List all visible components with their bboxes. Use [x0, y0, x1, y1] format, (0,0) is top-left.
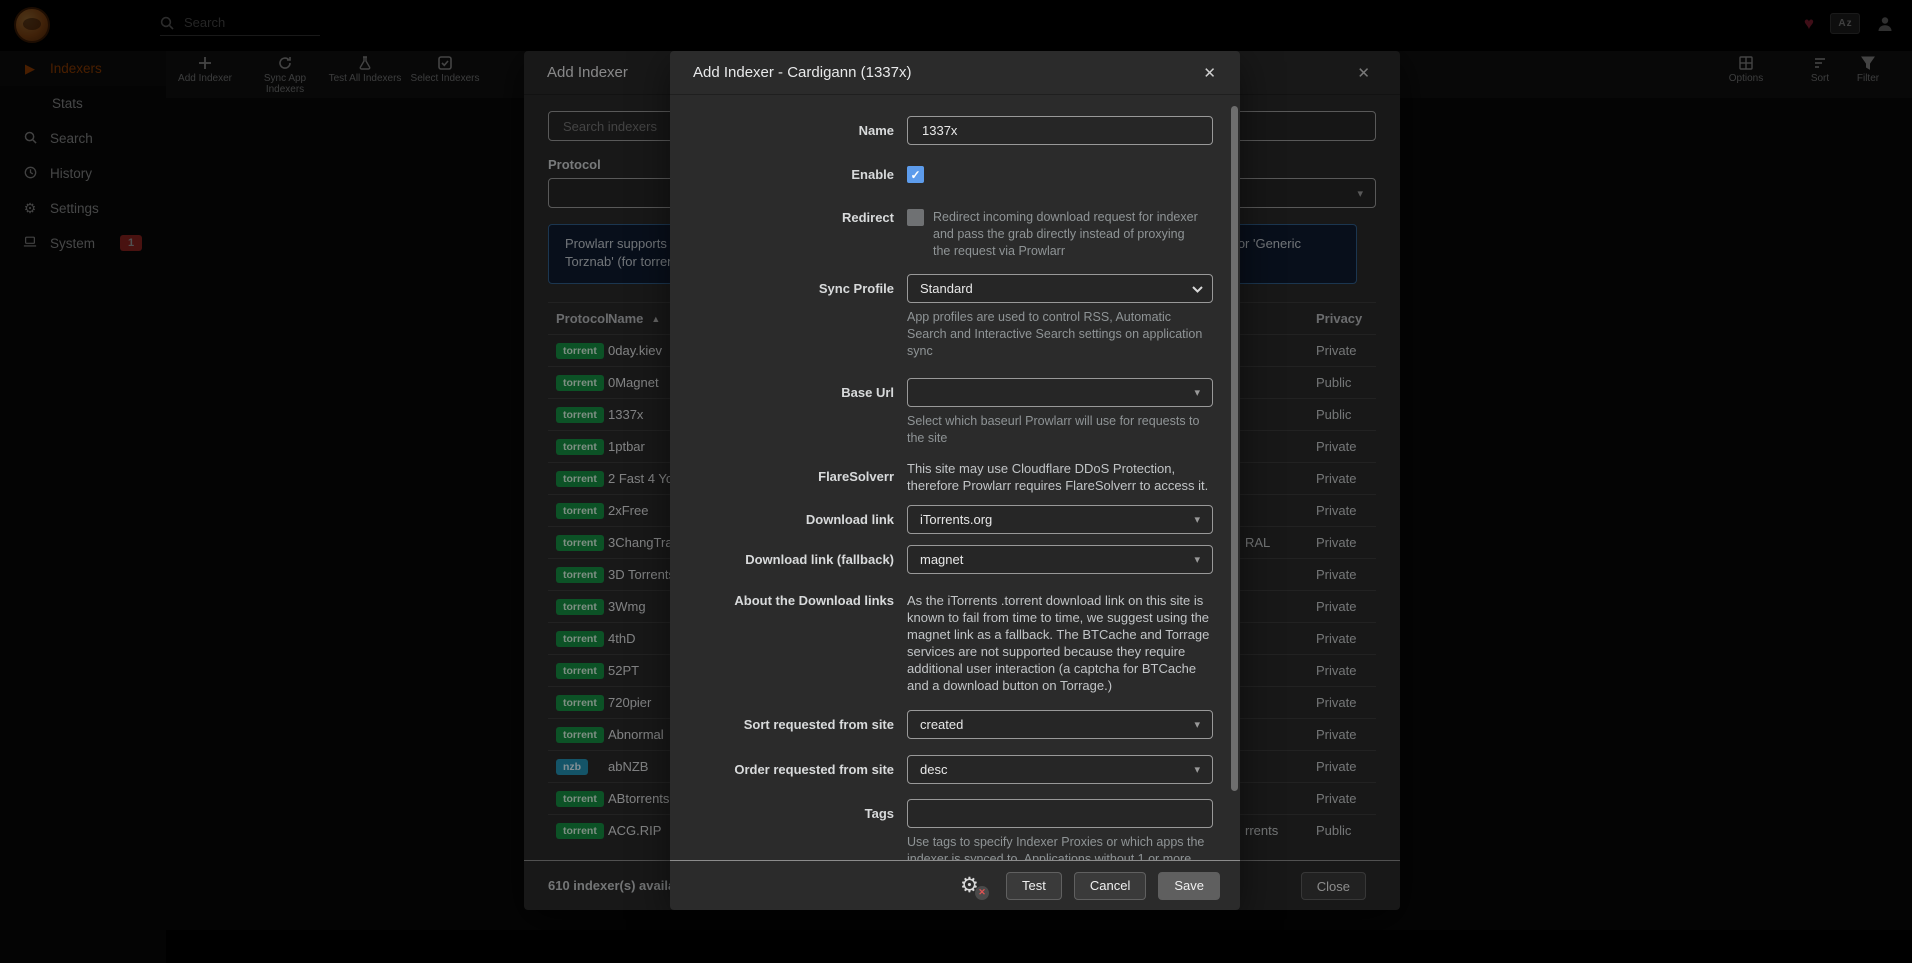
- about-download-links-row: About the Download links As the iTorrent…: [670, 592, 1240, 694]
- caret-down-icon: ▾: [1194, 386, 1200, 399]
- tags-field[interactable]: [907, 799, 1213, 828]
- cardigann-modal-footer: ⚙ ✕ Test Cancel Save: [670, 860, 1240, 910]
- modal-scrollbar[interactable]: [1231, 106, 1238, 791]
- save-button[interactable]: Save: [1158, 872, 1220, 900]
- test-button[interactable]: Test: [1006, 872, 1062, 900]
- about-download-links-label: About the Download links: [670, 592, 894, 694]
- close-icon[interactable]: ✕: [1203, 64, 1216, 82]
- download-link-fallback-select[interactable]: magnet ▾: [907, 545, 1213, 574]
- cardigann-settings-modal: Add Indexer - Cardigann (1337x) ✕ Name E…: [670, 51, 1240, 910]
- sync-profile-select[interactable]: Standard: [907, 274, 1213, 303]
- download-link-fallback-label: Download link (fallback): [670, 545, 894, 574]
- caret-down-icon: ▾: [1194, 553, 1200, 566]
- download-link-row: Download link iTorrents.org ▾: [670, 505, 1240, 534]
- advanced-off-badge: ✕: [975, 886, 989, 900]
- enable-checkbox[interactable]: ✓: [907, 166, 924, 183]
- redirect-row: Redirect Redirect incoming download requ…: [670, 209, 1240, 260]
- order-row: Order requested from site desc ▾: [670, 755, 1240, 784]
- sync-profile-row: Sync Profile Standard App profiles are u…: [670, 274, 1240, 360]
- prowlarr-app: ♥ Az ▶IndexersStatsSearchHistory⚙Setting…: [0, 0, 1912, 963]
- base-url-label: Base Url: [670, 378, 894, 447]
- base-url-help: Select which baseurl Prowlarr will use f…: [907, 413, 1213, 447]
- sync-profile-help: App profiles are used to control RSS, Au…: [907, 309, 1213, 360]
- caret-down-icon: ▾: [1194, 513, 1200, 526]
- order-select[interactable]: desc ▾: [907, 755, 1213, 784]
- tags-help: Use tags to specify Indexer Proxies or w…: [907, 834, 1213, 860]
- enable-label: Enable: [670, 166, 894, 183]
- tags-label: Tags: [670, 799, 894, 860]
- cardigann-modal-body: Name Enable ✓ Redirect Redirect incoming…: [670, 96, 1240, 860]
- redirect-checkbox[interactable]: [907, 209, 924, 226]
- cardigann-modal-header: Add Indexer - Cardigann (1337x) ✕: [670, 51, 1240, 95]
- flaresolverr-text: This site may use Cloudflare DDoS Protec…: [907, 460, 1213, 494]
- sort-row: Sort requested from site created ▾: [670, 710, 1240, 739]
- enable-row: Enable ✓: [670, 166, 1240, 183]
- name-label: Name: [670, 116, 894, 145]
- sync-profile-label: Sync Profile: [670, 274, 894, 360]
- download-link-fallback-row: Download link (fallback) magnet ▾: [670, 545, 1240, 574]
- base-url-row: Base Url ▾ Select which baseurl Prowlarr…: [670, 378, 1240, 447]
- name-input[interactable]: [920, 122, 1200, 139]
- cardigann-modal-title: Add Indexer - Cardigann (1337x): [693, 64, 911, 81]
- base-url-select[interactable]: ▾: [907, 378, 1213, 407]
- flaresolverr-row: FlareSolverr This site may use Cloudflar…: [670, 460, 1240, 494]
- order-label: Order requested from site: [670, 755, 894, 784]
- name-field[interactable]: [907, 116, 1213, 145]
- redirect-help: Redirect incoming download request for i…: [933, 209, 1201, 260]
- advanced-settings-toggle[interactable]: ⚙ ✕: [960, 874, 984, 898]
- tags-row: Tags Use tags to specify Indexer Proxies…: [670, 799, 1240, 860]
- caret-down-icon: ▾: [1194, 718, 1200, 731]
- name-row: Name: [670, 116, 1240, 145]
- sort-label: Sort requested from site: [670, 710, 894, 739]
- redirect-label: Redirect: [670, 209, 894, 260]
- tags-input[interactable]: [920, 805, 1200, 822]
- download-link-select[interactable]: iTorrents.org ▾: [907, 505, 1213, 534]
- caret-down-icon: ▾: [1194, 763, 1200, 776]
- download-link-label: Download link: [670, 505, 894, 534]
- about-download-links-text: As the iTorrents .torrent download link …: [907, 592, 1213, 694]
- cancel-button[interactable]: Cancel: [1074, 872, 1146, 900]
- sort-select[interactable]: created ▾: [907, 710, 1213, 739]
- chevron-down-icon: [1192, 286, 1202, 292]
- flaresolverr-label: FlareSolverr: [670, 460, 894, 494]
